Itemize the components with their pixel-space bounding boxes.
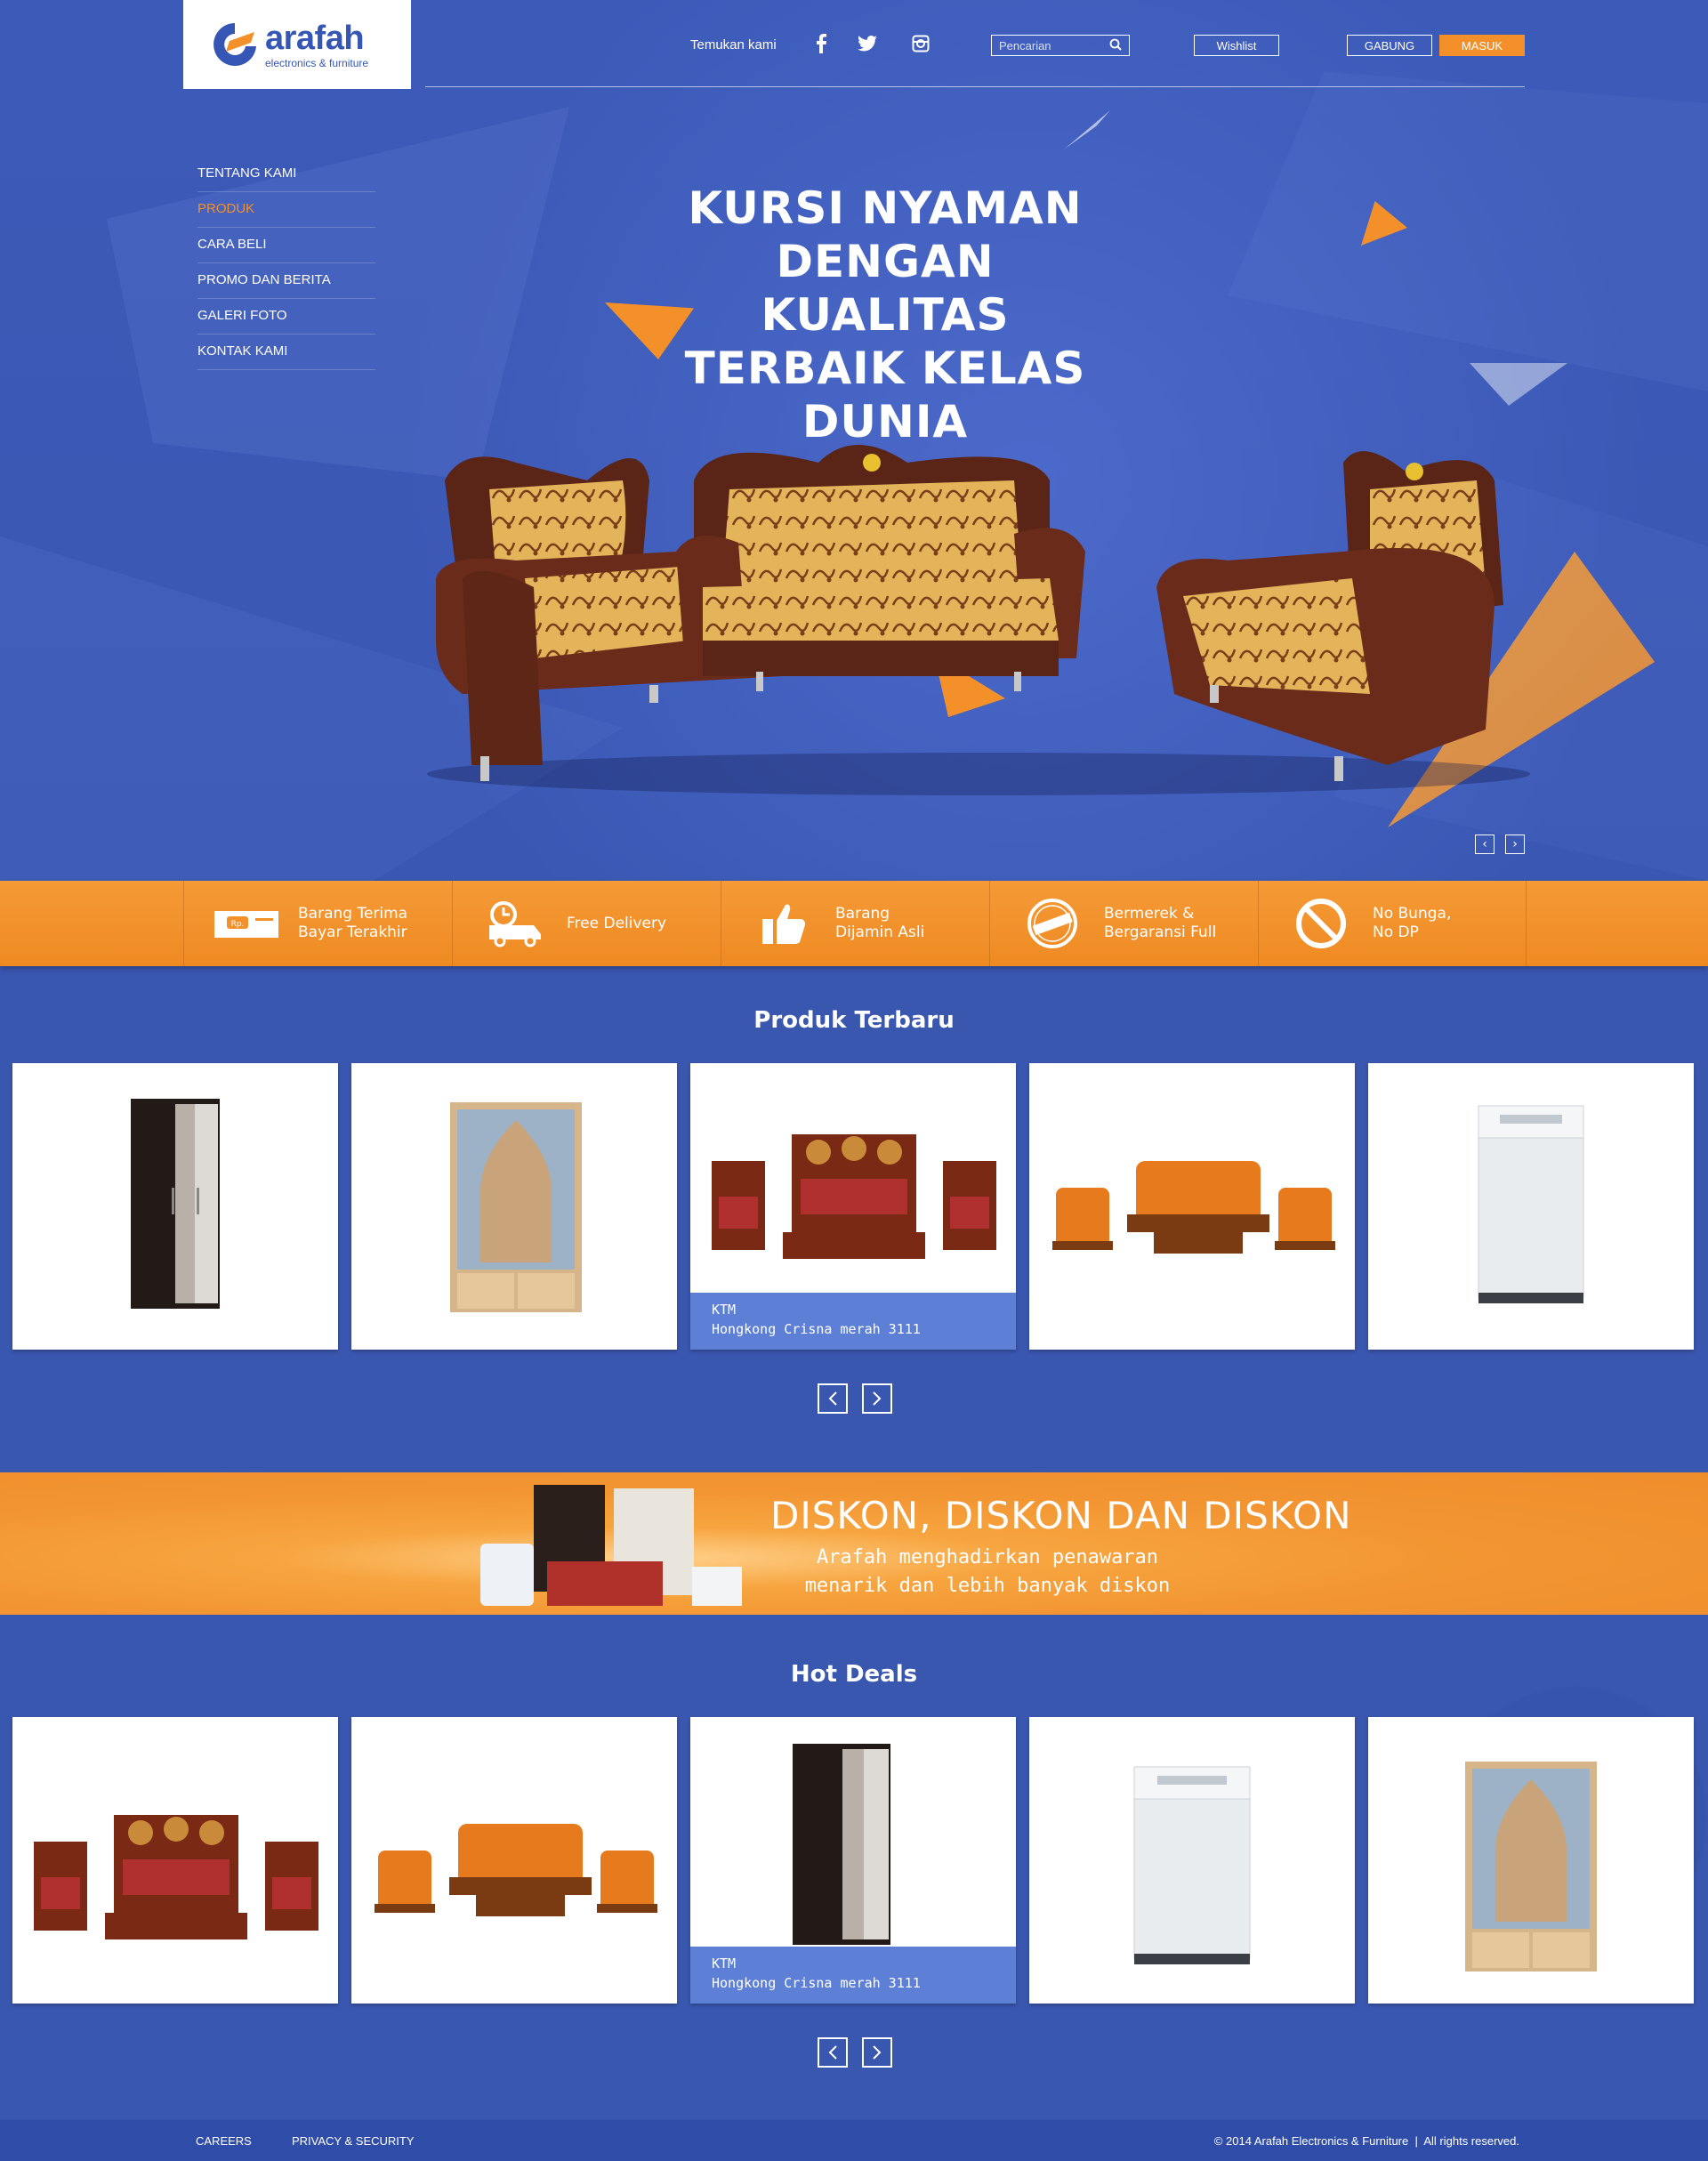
brand-tagline: electronics & furniture — [265, 56, 369, 69]
cabinet-image — [1465, 1762, 1597, 1972]
product-card[interactable] — [12, 1717, 338, 2004]
nav-item-cara-beli[interactable]: CARA BELI — [197, 228, 375, 263]
thumbs-up-icon — [748, 897, 819, 950]
promo-subtitle: Arafah menghadirkan penawaran menarik da… — [804, 1546, 1171, 1597]
header-divider — [425, 86, 1525, 87]
hero-title: KURSI NYAMAN DENGAN KUALITAS TERBAIK KEL… — [684, 182, 1086, 448]
top-bar: Temukan kami Wishlist GABUNG MASUK — [0, 32, 1708, 59]
instagram-icon[interactable] — [909, 32, 932, 55]
promo-title: DISKON, DISKON DAN DISKON — [770, 1494, 1352, 1537]
guarantee-badge-icon — [1017, 897, 1088, 950]
delivery-truck-icon — [479, 897, 551, 950]
cabinet-image — [450, 1102, 582, 1312]
latest-pager — [818, 1383, 892, 1414]
nav-item-tentang-kami[interactable]: TENTANG KAMI — [197, 157, 375, 192]
search-input[interactable] — [999, 38, 1097, 52]
facebook-icon[interactable] — [810, 32, 833, 55]
product-card[interactable] — [1029, 1717, 1355, 2004]
orange-sofa-set-image — [1052, 1161, 1335, 1254]
feature-item: Barang Dijamin Asli — [721, 881, 989, 966]
wardrobe-image — [131, 1099, 220, 1309]
promo-products-image — [480, 1485, 742, 1606]
product-card[interactable] — [1029, 1063, 1355, 1350]
shard-decoration — [1064, 110, 1110, 149]
feature-item: Free Delivery — [452, 881, 721, 966]
product-name: Hongkong Crisna merah 3111 — [712, 1975, 921, 1991]
no-sign-icon — [1285, 897, 1357, 950]
feature-label: Barang Dijamin Asli — [835, 905, 925, 941]
footer: CAREERS PRIVACY & SECURITY © 2014 Arafah… — [0, 2120, 1708, 2161]
product-brand: KTM — [712, 1302, 737, 1318]
product-card[interactable] — [1368, 1063, 1694, 1350]
product-card[interactable] — [351, 1717, 677, 2004]
product-brand: KTM — [712, 1955, 737, 1972]
sofa-set-image — [427, 445, 1530, 795]
feature-label: Barang Terima Bayar Terakhir — [298, 905, 408, 941]
product-card[interactable] — [1368, 1717, 1694, 2004]
orange-sofa-set-image — [375, 1824, 657, 1916]
product-name: Hongkong Crisna merah 3111 — [712, 1321, 921, 1337]
careers-link[interactable]: CAREERS — [196, 2134, 252, 2148]
hero-banner: arafah electronics & furniture Temukan k… — [0, 0, 1708, 881]
chevron-left-icon[interactable]: ‹ — [1475, 835, 1494, 854]
washing-machine-image — [1478, 1105, 1584, 1303]
nav-item-kontak-kami[interactable]: KONTAK KAMI — [197, 335, 375, 370]
feature-item: No Bunga, No DP — [1258, 881, 1527, 966]
twitter-icon[interactable] — [856, 32, 879, 55]
cash-icon: Rp. — [211, 897, 282, 950]
svg-text:Rp.: Rp. — [231, 920, 245, 929]
chevron-right-icon[interactable]: › — [1505, 835, 1525, 854]
search-icon[interactable] — [1109, 38, 1122, 53]
feature-label: Bermerek & Bergaransi Full — [1104, 905, 1217, 941]
carved-sofa-set-image — [34, 1815, 318, 1939]
product-card[interactable]: KTM Hongkong Crisna merah 3111 — [690, 1717, 1016, 2004]
feature-item: Rp. Barang Terima Bayar Terakhir — [183, 881, 452, 966]
search-box[interactable] — [991, 35, 1130, 56]
chevron-right-icon[interactable] — [862, 2037, 892, 2068]
copyright: © 2014 Arafah Electronics & Furniture | … — [1213, 2134, 1519, 2148]
join-button[interactable]: GABUNG — [1347, 35, 1432, 56]
center-sofa — [676, 445, 1085, 691]
feature-label: No Bunga, No DP — [1373, 905, 1452, 941]
hot-deals-pager — [818, 2037, 892, 2068]
chevron-left-icon[interactable] — [818, 1383, 848, 1414]
washing-machine-image — [1133, 1766, 1251, 1964]
feature-bar: Rp. Barang Terima Bayar Terakhir Free De… — [0, 881, 1708, 966]
right-armchair — [1156, 451, 1503, 781]
wardrobe-image — [793, 1744, 890, 1945]
feature-label: Free Delivery — [567, 914, 667, 932]
carved-sofa-set-image — [712, 1134, 996, 1259]
login-button[interactable]: MASUK — [1439, 35, 1525, 56]
feature-item: Bermerek & Bergaransi Full — [989, 881, 1258, 966]
find-us-label: Temukan kami — [690, 37, 777, 52]
product-caption: KTM Hongkong Crisna merah 3111 — [690, 1947, 1016, 2004]
hot-deals-title: Hot Deals — [790, 1661, 918, 1688]
shard-decoration — [1470, 363, 1567, 406]
product-caption: KTM Hongkong Crisna merah 3111 — [690, 1293, 1016, 1350]
chevron-left-icon[interactable] — [818, 2037, 848, 2068]
main-nav: TENTANG KAMI PRODUK CARA BELI PROMO DAN … — [197, 157, 375, 370]
nav-item-galeri-foto[interactable]: GALERI FOTO — [197, 299, 375, 335]
nav-item-produk[interactable]: PRODUK — [197, 192, 375, 228]
chevron-right-icon[interactable] — [862, 1383, 892, 1414]
product-card[interactable] — [12, 1063, 338, 1350]
discount-banner[interactable]: DISKON, DISKON DAN DISKON Arafah menghad… — [0, 1472, 1708, 1615]
wishlist-button[interactable]: Wishlist — [1194, 35, 1279, 56]
privacy-security-link[interactable]: PRIVACY & SECURITY — [292, 2134, 415, 2148]
product-card[interactable] — [351, 1063, 677, 1350]
nav-item-promo-dan-berita[interactable]: PROMO DAN BERITA — [197, 263, 375, 299]
shard-decoration — [1180, 345, 1217, 381]
hero-slider-controls: ‹ › — [1475, 835, 1525, 854]
latest-products-title: Produk Terbaru — [753, 1007, 955, 1034]
product-card[interactable]: KTM Hongkong Crisna merah 3111 — [690, 1063, 1016, 1350]
